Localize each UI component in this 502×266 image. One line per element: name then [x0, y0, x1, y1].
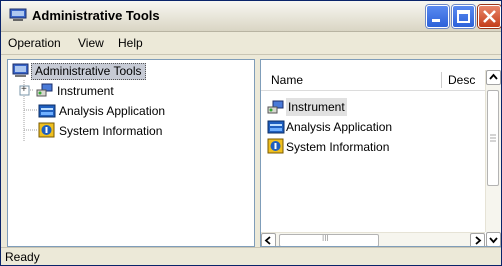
- grip-icon: [490, 134, 496, 142]
- minimize-button[interactable]: [426, 5, 449, 28]
- minimize-icon: [432, 19, 440, 22]
- chevron-down-icon: [489, 237, 498, 244]
- expand-icon[interactable]: +: [21, 81, 27, 99]
- column-header-desc[interactable]: Desc: [448, 73, 475, 87]
- system-info-icon: [38, 122, 55, 138]
- vertical-scrollbar[interactable]: [485, 70, 501, 232]
- list-header: Name Desc: [261, 70, 485, 91]
- instrument-icon: [36, 83, 53, 97]
- administrative-tools-window: Administrative Tools Operation View Help…: [0, 0, 502, 266]
- list-pane: Name Desc Instrument Analysis Applicatio…: [260, 59, 501, 247]
- analysis-app-icon: [267, 120, 285, 134]
- chevron-up-icon: [489, 73, 498, 80]
- tree-lines: [19, 80, 37, 142]
- tree-item-label: Analysis Application: [59, 104, 166, 118]
- analysis-app-icon: [38, 104, 56, 118]
- list-item-label: Instrument: [286, 98, 347, 116]
- scroll-right-button[interactable]: [470, 233, 485, 246]
- maximize-icon: [457, 10, 470, 23]
- column-separator[interactable]: [441, 72, 442, 88]
- grip-icon: III: [322, 234, 329, 243]
- menu-bar: Operation View Help: [1, 32, 501, 55]
- chevron-left-icon: [264, 236, 271, 245]
- menu-view[interactable]: View: [78, 36, 104, 50]
- close-button[interactable]: [478, 5, 501, 28]
- chevron-right-icon: [475, 236, 482, 245]
- title-bar[interactable]: Administrative Tools: [1, 1, 501, 32]
- tree-item-label: Instrument: [57, 84, 114, 98]
- status-bar: Ready: [1, 247, 501, 265]
- scroll-down-button[interactable]: [486, 232, 501, 246]
- tree-item-label: System Information: [59, 124, 163, 138]
- status-text: Ready: [5, 250, 40, 264]
- list-item-label: System Information: [286, 140, 390, 154]
- window-title: Administrative Tools: [32, 8, 160, 23]
- maximize-button[interactable]: [452, 5, 475, 28]
- scroll-up-button[interactable]: [486, 70, 501, 85]
- close-icon: [483, 10, 496, 23]
- system-info-icon: [267, 138, 284, 154]
- column-header-name[interactable]: Name: [271, 73, 303, 87]
- vertical-scroll-thumb[interactable]: [487, 90, 499, 186]
- instrument-icon: [267, 100, 284, 114]
- tree-pane: Administrative Tools + Instrument Analys…: [7, 59, 255, 247]
- horizontal-scroll-thumb[interactable]: III: [279, 234, 379, 246]
- scroll-left-button[interactable]: [261, 233, 276, 246]
- menu-help[interactable]: Help: [118, 36, 143, 50]
- horizontal-scrollbar-1[interactable]: III: [261, 232, 485, 246]
- computer-icon: [9, 8, 27, 21]
- menu-operation[interactable]: Operation: [8, 36, 61, 50]
- list-item-label: Analysis Application: [286, 120, 393, 134]
